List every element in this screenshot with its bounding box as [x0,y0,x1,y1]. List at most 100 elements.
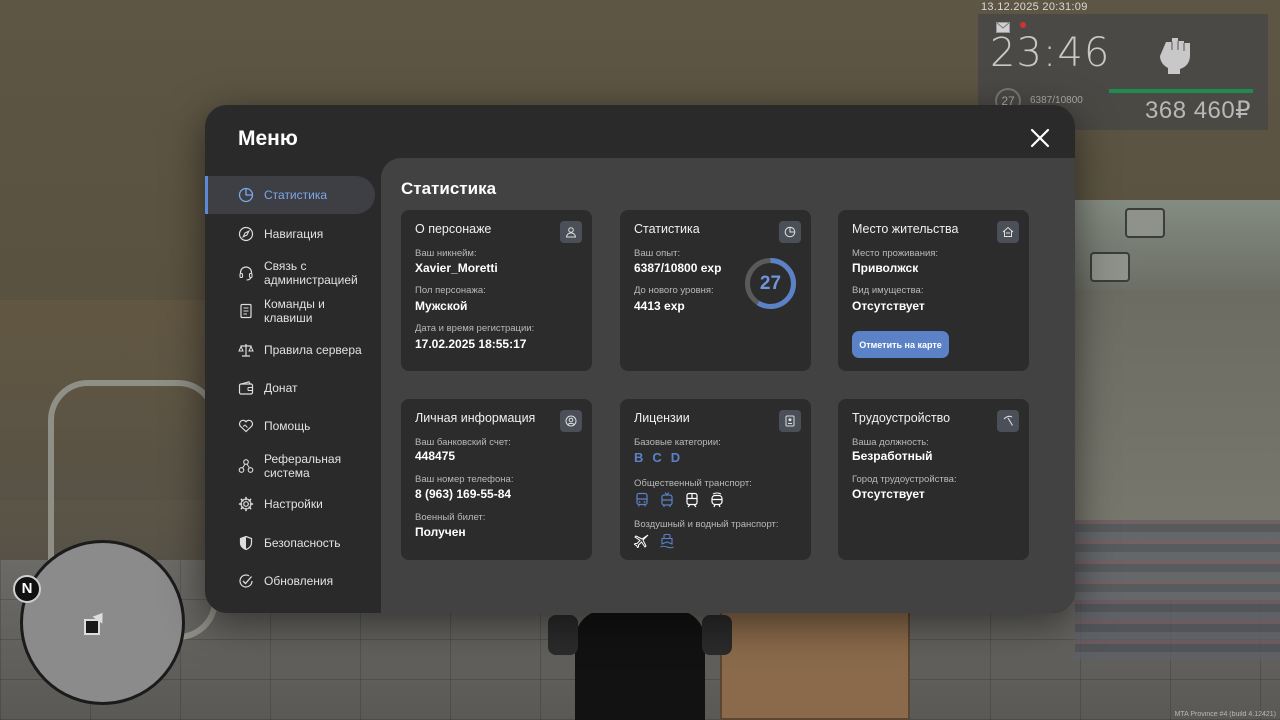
check-circle-icon [239,574,253,588]
military-id-value: Получен [415,525,466,539]
bus-icon [636,492,648,507]
sidebar-item-label: Безопасность [264,535,341,550]
tram-icon [711,492,723,508]
train-icon [686,492,698,508]
mark-on-map-button[interactable]: Отметить на карте [852,331,949,358]
bank-account-label: Ваш банковский счет: [415,437,511,448]
personal-info-card: Личная информация Ваш банковский счет: 4… [401,399,592,560]
sidebar-item-updates[interactable]: Обновления [205,562,375,600]
handshake-heart-icon [238,419,254,433]
next-level-value: 4413 exp [634,299,685,313]
player-arm [548,615,578,655]
sidebar-item-navigation[interactable]: Навигация [205,215,375,253]
residence-place-value: Приволжск [852,261,919,275]
nickname-value: Xavier_Moretti [415,261,498,275]
public-transport-icons [634,492,725,508]
registration-label: Дата и время регистрации: [415,323,535,334]
license-category: C [652,450,662,465]
exp-value: 6387/10800 exp [634,261,722,275]
boat-icon [660,533,674,549]
notification-dot [1020,22,1026,28]
sidebar-item-label: Помощь [264,418,311,433]
gender-value: Мужской [415,299,468,313]
sidebar-item-label: Правила сервера [264,342,362,357]
pie-chart-icon [784,226,796,238]
license-category: B [634,450,644,465]
network-icon [238,459,254,473]
property-value: Отсутствует [852,299,925,313]
compass-icon [238,226,254,242]
scales-icon [238,344,254,357]
stats-card: Статистика Ваш опыт: 6387/10800 exp До н… [620,210,811,371]
public-transport-label: Общественный транспорт: [634,478,752,489]
datetime: 13.12.2025 20:31:09 [981,1,1088,13]
bedsheet [1075,520,1280,660]
phone-label: Ваш номер телефона: [415,474,514,485]
base-categories-label: Базовые категории: [634,437,721,448]
sidebar-item-label: Связь с администрацией [264,258,358,288]
health-bar [1109,89,1253,93]
headset-icon [239,266,253,281]
property-label: Вид имущества: [852,285,924,296]
card-title: Статистика [634,222,700,236]
pickaxe-icon [1003,415,1013,426]
plane-icon [634,534,649,549]
job-position-value: Безработный [852,449,933,463]
license-category: D [670,450,681,465]
sidebar-item-label: Статистика [264,187,328,202]
sidebar-item-label: Обновления [264,573,334,588]
pie-chart-icon [238,187,254,203]
page-title: Статистика [401,179,497,198]
user-icon-button [560,221,582,243]
sidebar-item-label: Реферальная система [264,451,342,481]
gender-label: Пол персонажа: [415,285,486,296]
compass-north: N [13,575,41,603]
next-level-label: До нового уровня: [634,285,714,296]
home-icon-button [997,221,1019,243]
sidebar-item-commands[interactable]: Команды и клавиши [205,292,375,330]
job-position-label: Ваша должность: [852,437,929,448]
wallet-icon [238,381,254,395]
badge-icon-button [779,410,801,432]
sidebar-item-rules[interactable]: Правила сервера [205,331,375,369]
shield-icon [239,535,253,551]
wooden-crate [720,610,910,720]
job-city-label: Город трудоустройства: [852,474,957,485]
wall-socket [1090,252,1130,282]
sidebar-item-settings[interactable]: Настройки [205,485,375,523]
character-card: О персонаже Ваш никнейм: Xavier_Moretti … [401,210,592,371]
card-title: Лицензии [634,411,690,425]
employment-card: Трудоустройство Ваша должность: Безработ… [838,399,1029,560]
air-water-transport-icons [634,533,675,549]
bank-account-value: 448475 [415,449,456,463]
licenses-card: Лицензии Базовые категории: B C D Общест… [620,399,811,560]
menu-window: Меню Статистика Навигация Связь с админи… [205,105,1075,613]
profile-circle-icon [565,415,577,427]
hud-money: 368 460₽ [1145,97,1252,124]
nickname-label: Ваш никнейм: [415,248,477,259]
sidebar-item-referral[interactable]: Реферальная система [205,447,375,485]
sidebar-item-label: Настройки [264,496,323,511]
phone-value: 8 (963) 169-55-84 [415,487,512,501]
player-character [575,610,705,720]
player-arm [702,615,732,655]
user-icon [565,227,577,238]
close-icon[interactable] [1029,127,1051,149]
document-icon [240,303,252,319]
residence-place-label: Место проживания: [852,248,939,259]
registration-value: 17.02.2025 18:55:17 [415,337,527,351]
sidebar-item-label: Навигация [264,226,324,241]
exp-label: Ваш опыт: [634,248,681,259]
pickaxe-icon-button [997,410,1019,432]
card-title: О персонаже [415,222,492,236]
sidebar-item-help[interactable]: Помощь [205,407,375,445]
content-panel: Статистика О персонаже Ваш никнейм: Xavi… [381,158,1075,613]
sidebar-item-donate[interactable]: Донат [205,369,375,407]
clock-icon-button [779,221,801,243]
trolleybus-icon [661,492,673,507]
sidebar-item-security[interactable]: Безопасность [205,524,375,562]
sidebar-item-admin-contact[interactable]: Связь с администрацией [205,254,375,292]
sidebar-item-statistics[interactable]: Статистика [205,176,375,214]
menu-title: Меню [238,127,298,150]
air-water-transport-label: Воздушный и водный транспорт: [634,519,779,530]
